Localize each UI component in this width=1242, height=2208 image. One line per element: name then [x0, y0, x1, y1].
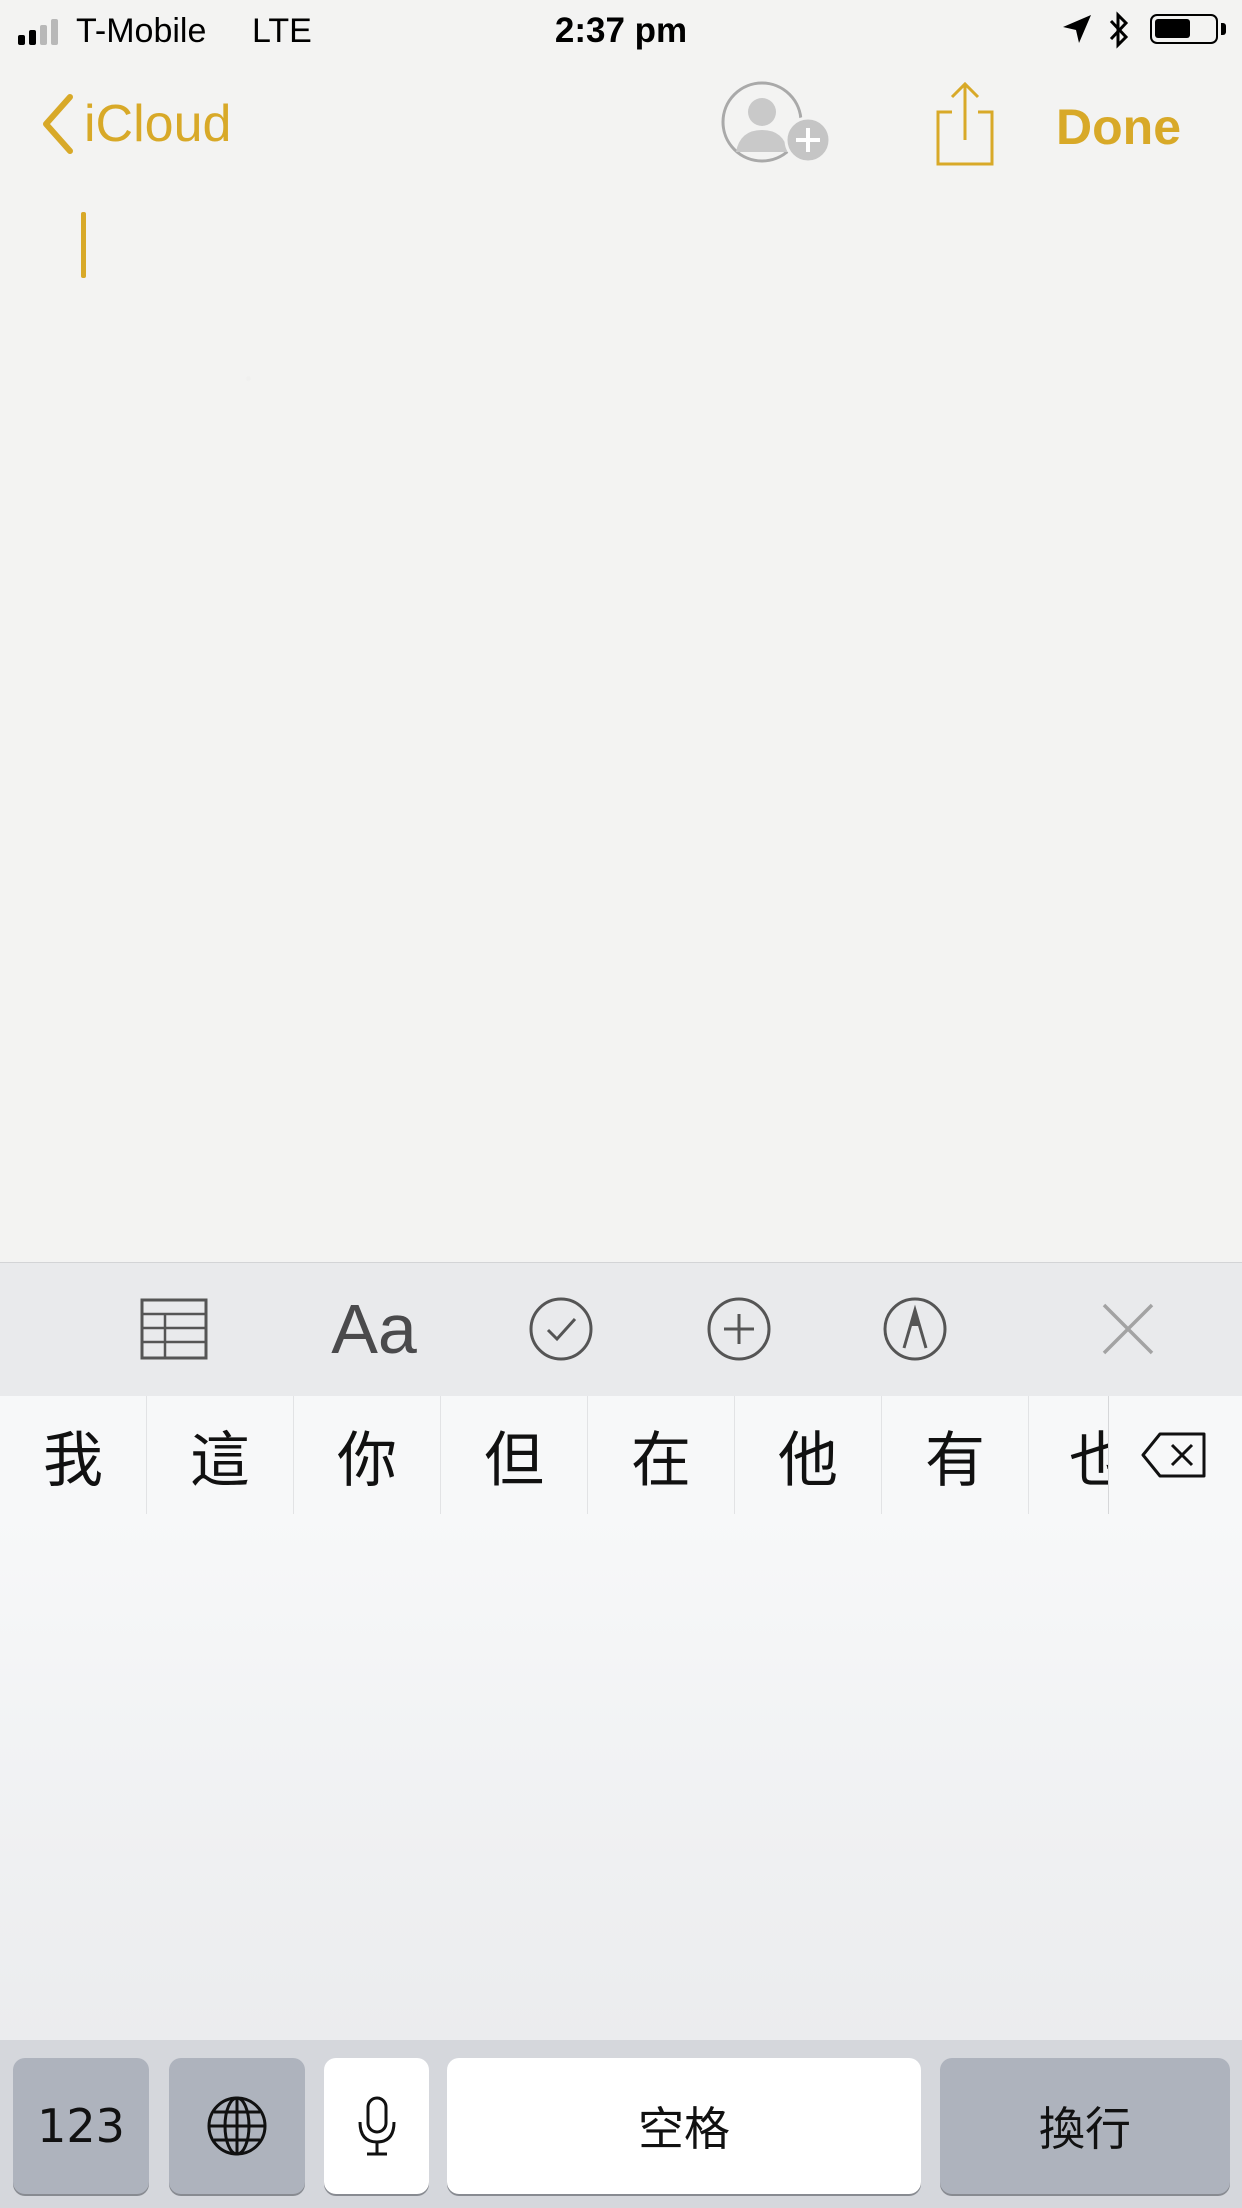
globe-icon — [207, 2096, 267, 2156]
candidate-bar: 我 這 你 但 在 他 有 也 — [0, 1396, 1242, 1514]
back-button[interactable]: iCloud — [40, 88, 231, 160]
keyboard-bottom-row: 123 空格 換行 — [0, 2040, 1242, 2208]
candidate-item[interactable]: 有 — [882, 1396, 1029, 1514]
done-button[interactable]: Done — [1056, 98, 1181, 156]
candidate-item[interactable]: 他 — [735, 1396, 882, 1514]
numbers-key[interactable]: 123 — [13, 2058, 149, 2194]
add-icon[interactable] — [704, 1289, 774, 1369]
close-icon[interactable] — [1098, 1289, 1158, 1369]
text-cursor — [81, 212, 86, 278]
microphone-icon — [358, 2096, 395, 2156]
candidate-item[interactable]: 你 — [294, 1396, 441, 1514]
markup-icon[interactable] — [880, 1289, 950, 1369]
status-bar: T-Mobile LTE 2:37 pm — [0, 0, 1242, 62]
location-icon — [1060, 12, 1094, 55]
dictation-key[interactable] — [324, 2058, 429, 2194]
battery-icon — [1150, 14, 1218, 44]
formatting-toolbar: Aa — [0, 1262, 1242, 1398]
globe-key[interactable] — [169, 2058, 305, 2194]
table-icon[interactable] — [136, 1289, 212, 1369]
handwriting-input-area[interactable] — [0, 1514, 1242, 2040]
note-paper[interactable] — [0, 0, 1242, 1262]
candidate-item[interactable]: 但 — [441, 1396, 588, 1514]
candidate-item[interactable]: 也 — [1029, 1396, 1109, 1514]
return-key[interactable]: 換行 — [940, 2058, 1230, 2194]
candidate-item[interactable]: 在 — [588, 1396, 735, 1514]
back-label: iCloud — [84, 95, 232, 153]
delete-icon[interactable] — [1109, 1396, 1241, 1514]
candidate-item[interactable]: 我 — [0, 1396, 147, 1514]
share-icon[interactable] — [930, 80, 1000, 170]
status-time: 2:37 pm — [554, 11, 688, 50]
add-person-icon[interactable] — [720, 80, 836, 170]
candidate-item[interactable]: 這 — [147, 1396, 294, 1514]
battery-tip — [1221, 23, 1226, 35]
chevron-left-icon — [43, 94, 73, 154]
format-icon[interactable]: Aa — [326, 1289, 422, 1369]
checklist-icon[interactable] — [526, 1289, 596, 1369]
space-key[interactable]: 空格 — [447, 2058, 921, 2194]
bluetooth-icon — [1106, 10, 1132, 59]
